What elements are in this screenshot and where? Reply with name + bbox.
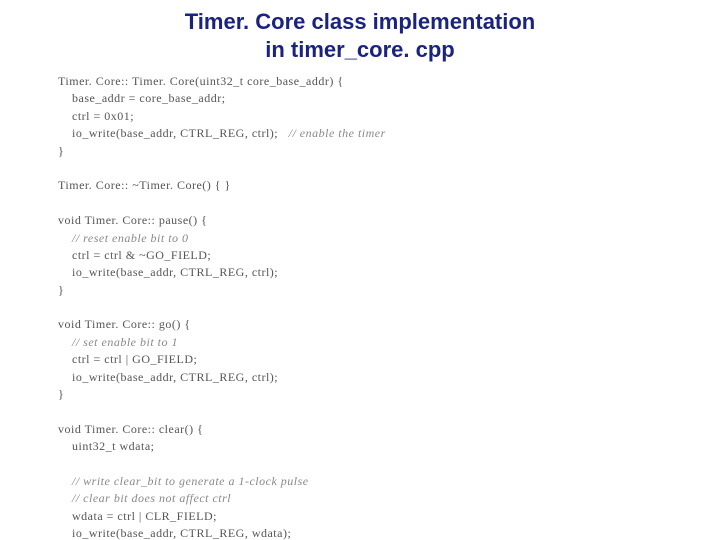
code-comment: // set enable bit to 1	[58, 335, 178, 349]
code-line: Timer. Core:: ~Timer. Core() { }	[58, 178, 231, 192]
code-line: uint32_t wdata;	[58, 439, 155, 453]
code-line: wdata = ctrl | CLR_FIELD;	[58, 509, 217, 523]
code-line: void Timer. Core:: go() {	[58, 317, 191, 331]
code-line: }	[58, 387, 64, 401]
code-line: io_write(base_addr, CTRL_REG, wdata);	[58, 526, 291, 540]
code-line: ctrl = ctrl & ~GO_FIELD;	[58, 248, 211, 262]
code-line: io_write(base_addr, CTRL_REG, ctrl);	[58, 126, 278, 140]
code-line: void Timer. Core:: pause() {	[58, 213, 207, 227]
code-line: ctrl = ctrl | GO_FIELD;	[58, 352, 197, 366]
code-comment: // reset enable bit to 0	[58, 231, 189, 245]
title-line-2: in timer_core. cpp	[0, 36, 720, 64]
code-line: }	[58, 144, 64, 158]
code-comment: // enable the timer	[278, 126, 386, 140]
slide-title: Timer. Core class implementation in time…	[0, 0, 720, 73]
code-line: void Timer. Core:: clear() {	[58, 422, 203, 436]
code-comment: // clear bit does not affect ctrl	[58, 491, 231, 505]
code-line: io_write(base_addr, CTRL_REG, ctrl);	[58, 265, 278, 279]
code-line: Timer. Core:: Timer. Core(uint32_t core_…	[58, 74, 344, 88]
code-listing: Timer. Core:: Timer. Core(uint32_t core_…	[0, 73, 720, 540]
slide: Timer. Core class implementation in time…	[0, 0, 720, 540]
title-line-1: Timer. Core class implementation	[0, 8, 720, 36]
code-line: io_write(base_addr, CTRL_REG, ctrl);	[58, 370, 278, 384]
code-line: ctrl = 0x01;	[58, 109, 134, 123]
code-comment: // write clear_bit to generate a 1-clock…	[58, 474, 309, 488]
code-line: base_addr = core_base_addr;	[58, 91, 226, 105]
code-line: }	[58, 283, 64, 297]
